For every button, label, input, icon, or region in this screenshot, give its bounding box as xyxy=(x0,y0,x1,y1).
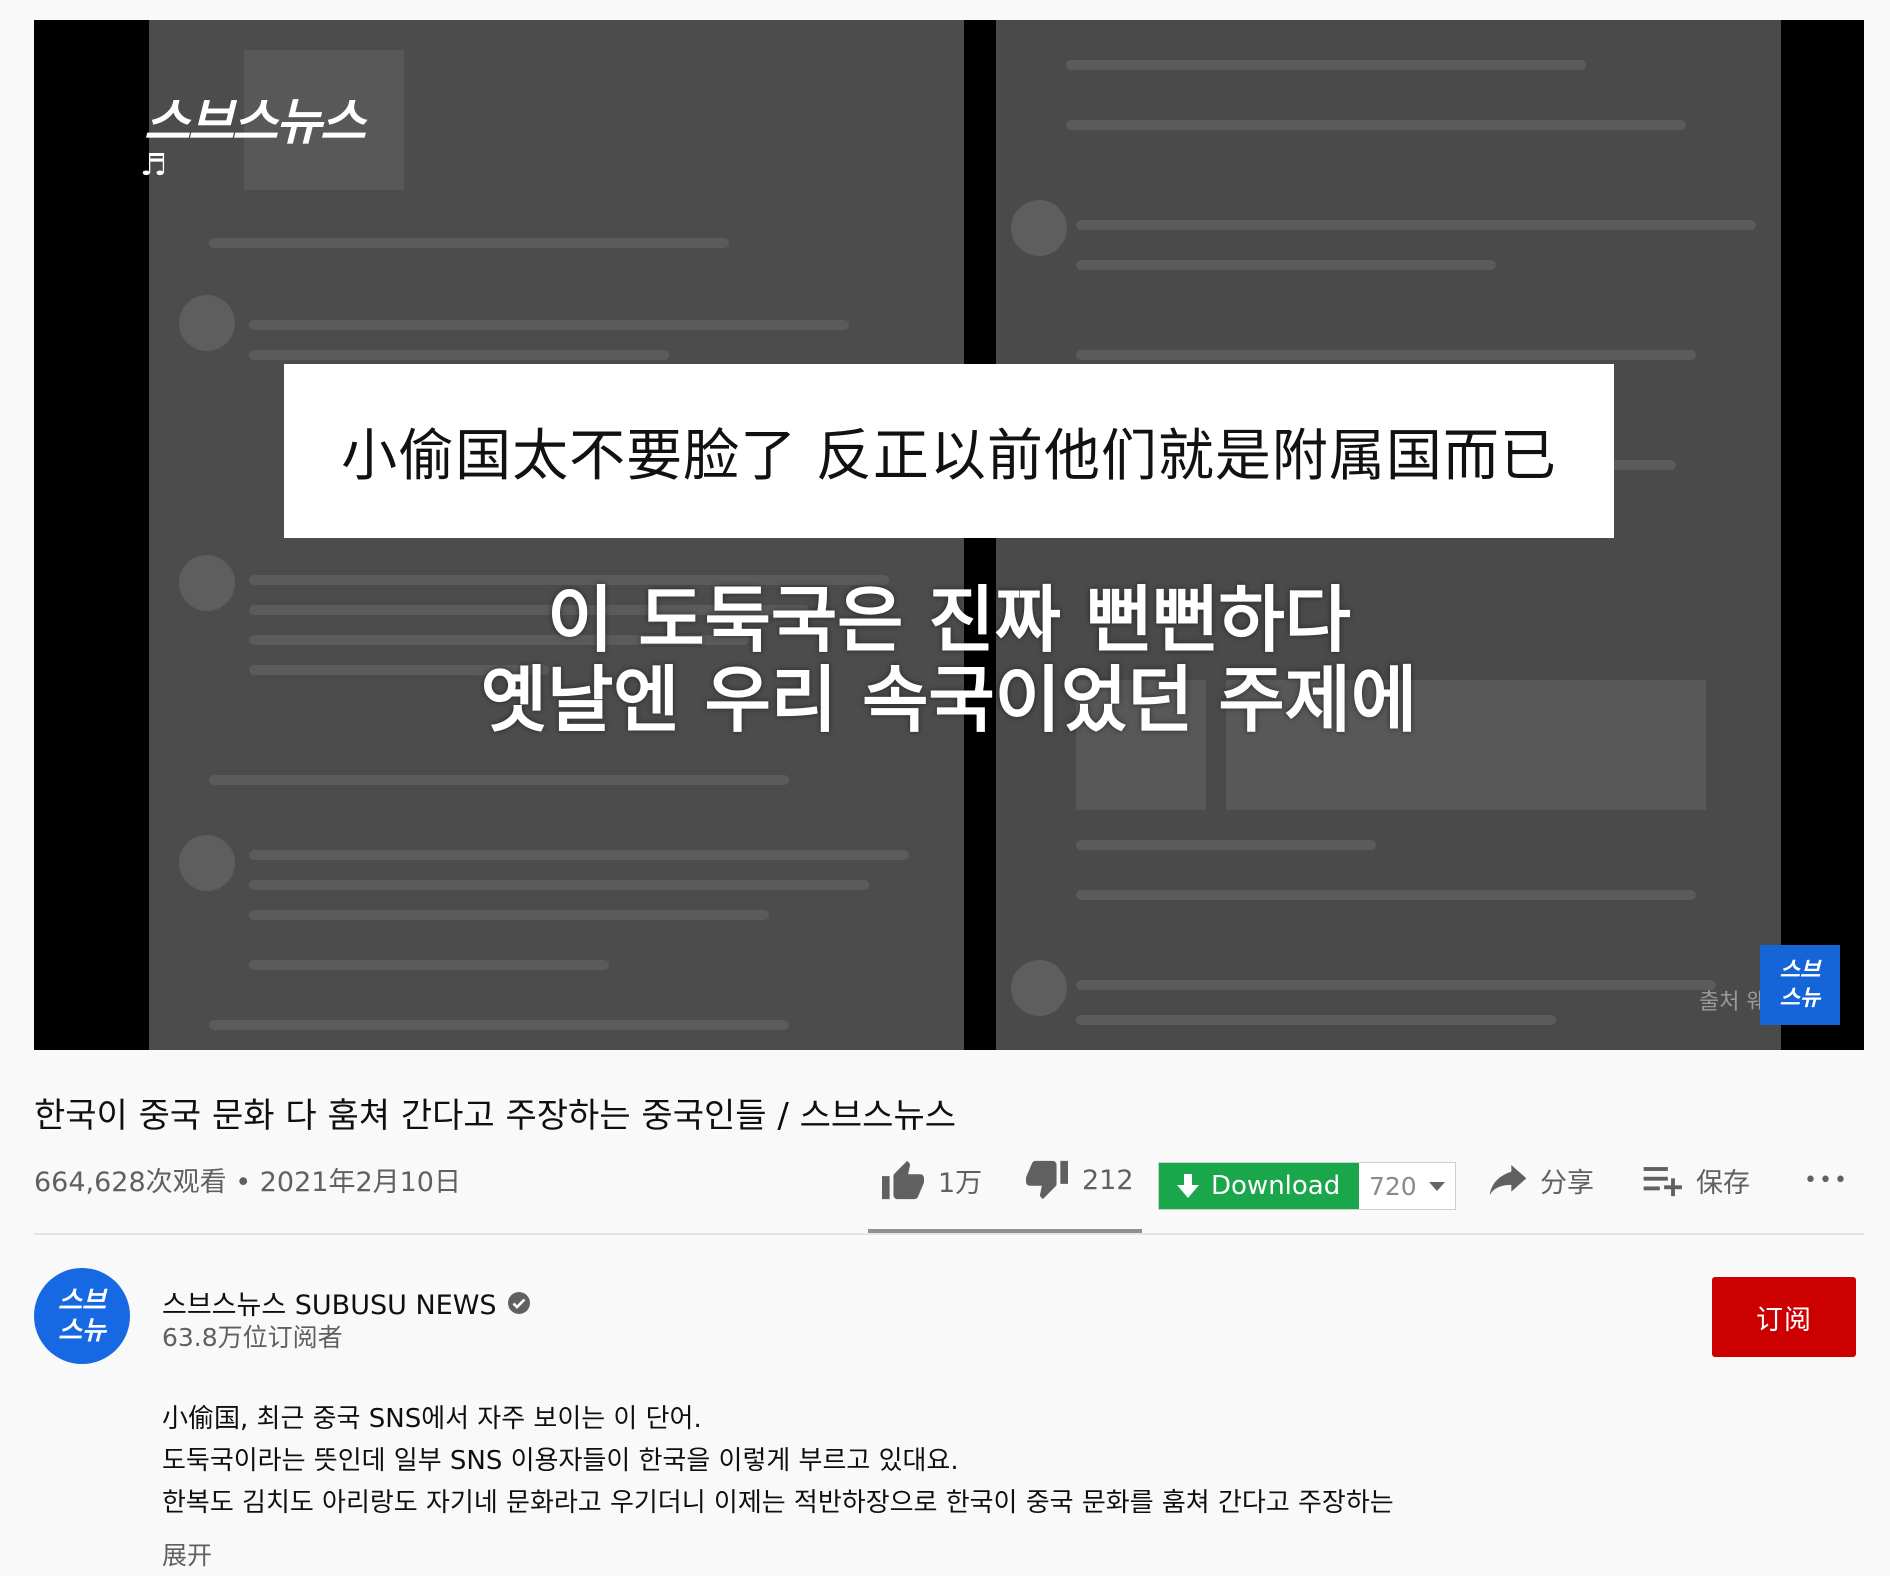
section-divider xyxy=(34,1233,1864,1235)
description-line-1: 小偷国, 최근 중국 SNS에서 자주 보이는 이 단어. xyxy=(162,1404,702,1434)
view-count-and-date: 664,628次观看 • 2021年2月10日 xyxy=(34,1167,461,1198)
video-player[interactable]: 스브스뉴스 ♬ 小偷国太不要脸了 反正以前他们就是附属国而已 이 도둑국은 진짜… xyxy=(34,20,1864,1050)
channel-avatar[interactable]: 스브 스뉴 xyxy=(34,1268,130,1364)
youtube-watch-page: 스브스뉴스 ♬ 小偷国太不要脸了 反正以前他们就是附属国而已 이 도둑국은 진짜… xyxy=(0,0,1890,1576)
channel-badge-text: 스브 스뉴 xyxy=(1779,958,1821,1011)
dislike-button[interactable]: 212 xyxy=(1024,1158,1134,1202)
subscribe-button[interactable]: 订阅 xyxy=(1712,1277,1856,1357)
share-label: 分享 xyxy=(1540,1167,1594,1199)
chevron-down-icon xyxy=(1428,1181,1445,1191)
verified-check-icon xyxy=(507,1291,531,1315)
thumbs-down-icon xyxy=(1024,1159,1070,1201)
quality-value: 720 xyxy=(1369,1171,1417,1201)
share-button[interactable]: 分享 xyxy=(1488,1158,1594,1202)
channel-name: 스브스뉴스 SUBUSU NEWS xyxy=(162,1290,497,1321)
chinese-caption-box: 小偷国太不要脸了 反正以前他们就是附属国而已 xyxy=(284,364,1614,538)
download-label: Download xyxy=(1211,1171,1341,1201)
download-arrow-icon xyxy=(1177,1173,1199,1199)
subscriber-count: 63.8万位订阅者 xyxy=(162,1323,343,1352)
video-title: 한국이 중국 문화 다 훔쳐 간다고 주장하는 중국인들 / 스브스뉴스 xyxy=(34,1096,957,1136)
download-widget: Download 720 xyxy=(1158,1162,1456,1210)
dislike-count: 212 xyxy=(1082,1164,1134,1196)
subtitle-line-2: 옛날엔 우리 속국이었던 주제에 xyxy=(480,658,1418,742)
more-actions-button[interactable]: ••• xyxy=(1804,1158,1849,1202)
music-note-icon: ♬ xyxy=(140,148,167,183)
playlist-add-icon xyxy=(1642,1163,1684,1197)
description-line-2: 도둑국이라는 뜻인데 일부 SNS 이용자들이 한국을 이렇게 부르고 있대요. xyxy=(162,1446,959,1476)
quality-select[interactable]: 720 xyxy=(1359,1163,1455,1209)
download-button[interactable]: Download xyxy=(1159,1163,1359,1209)
thumbs-up-icon xyxy=(880,1159,926,1201)
like-button[interactable]: 1万 xyxy=(880,1158,982,1202)
save-button[interactable]: 保存 xyxy=(1642,1158,1750,1202)
source-credit-text: 출처 웨 xyxy=(1699,990,1767,1015)
subtitle-line-1: 이 도둑국은 진짜 뻔뻔하다 xyxy=(547,578,1351,662)
like-count: 1万 xyxy=(938,1167,983,1199)
channel-name-link[interactable]: 스브스뉴스 SUBUSU NEWS xyxy=(162,1283,531,1322)
share-arrow-icon xyxy=(1488,1163,1528,1197)
show-more-button[interactable]: 展开 xyxy=(162,1536,212,1572)
description-line-3: 한복도 김치도 아리랑도 자기네 문화라고 우기더니 이제는 적반하장으로 한국… xyxy=(162,1488,1394,1518)
channel-logo-watermark: 스브스뉴스 xyxy=(144,93,366,151)
channel-badge-logo: 스브 스뉴 xyxy=(1760,945,1840,1025)
channel-avatar-text: 스브 스뉴 xyxy=(58,1286,106,1346)
more-dots-icon: ••• xyxy=(1804,1167,1849,1193)
save-label: 保存 xyxy=(1696,1167,1750,1199)
chinese-caption-text: 小偷国太不要脸了 反正以前他们就是附属国而已 xyxy=(341,423,1557,489)
subscribe-label: 订阅 xyxy=(1756,1304,1812,1336)
